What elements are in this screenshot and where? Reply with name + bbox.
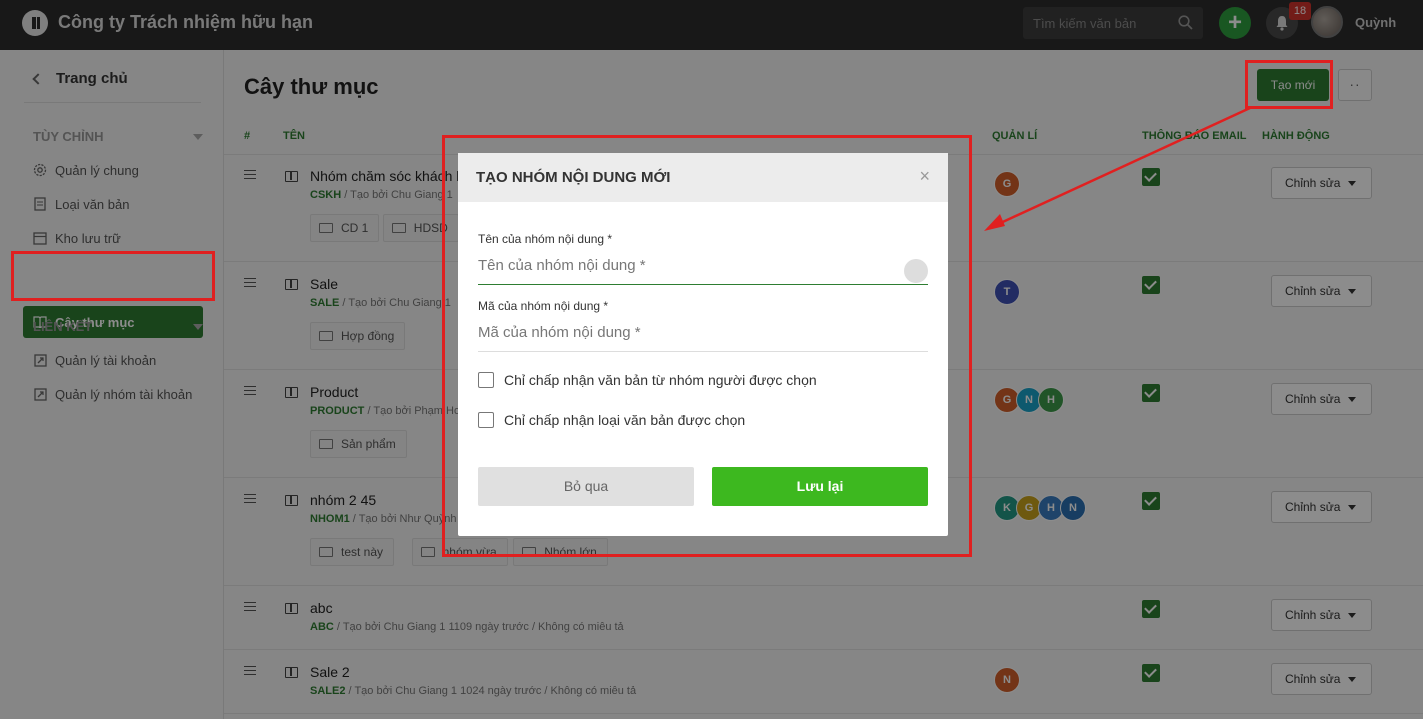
annotation-highlight-modal <box>442 135 972 557</box>
annotation-highlight-create <box>1245 60 1333 109</box>
annotation-highlight-sidebar <box>11 251 215 301</box>
